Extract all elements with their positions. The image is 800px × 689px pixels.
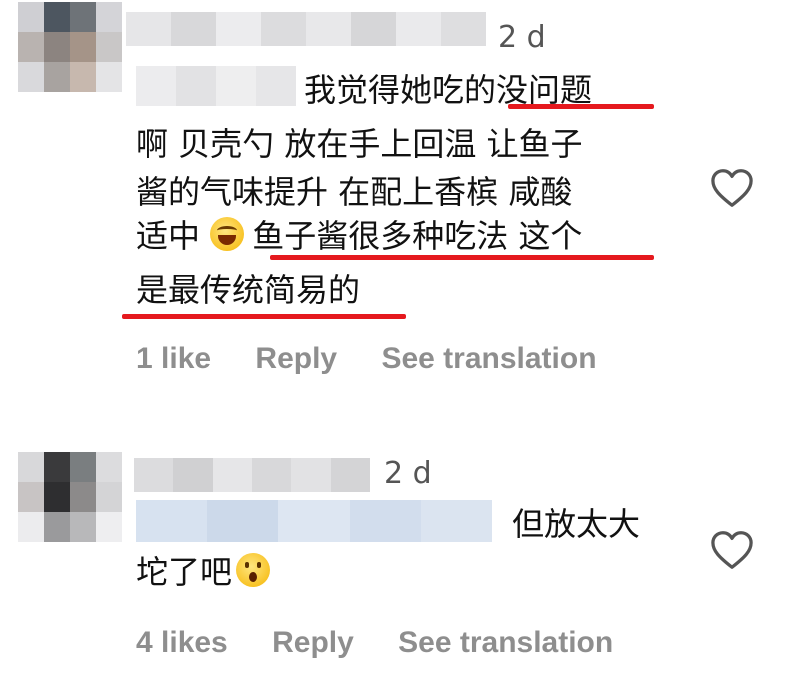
username-blurred[interactable] [126,12,486,46]
see-translation-button[interactable]: See translation [381,342,596,375]
comment-text-line-5: 是最传统简易的 [136,271,361,309]
text-segment: 坨了吧 [136,553,233,591]
text-segment: 适中 [136,217,201,255]
avatar[interactable] [18,452,122,542]
reply-button[interactable]: Reply [272,626,354,659]
comment-actions: 4 likes Reply See translation [136,626,649,660]
reply-button[interactable]: Reply [255,342,337,375]
text-segment: 鱼子酱很多种吃法 这个 [252,217,583,255]
laughing-emoji-icon [210,217,245,251]
see-translation-button[interactable]: See translation [398,626,613,659]
mention-blurred[interactable] [136,66,296,106]
astonished-emoji-icon [236,553,271,587]
heart-outline-icon[interactable] [710,530,754,570]
comment-text-line-2: 啊 贝壳勺 放在手上回温 让鱼子 [136,125,583,163]
comment-timestamp: 2 d [384,456,432,491]
red-underline [270,255,654,260]
likes-count-link[interactable]: 4 likes [136,626,228,659]
comment-text-line-1: 但放太大 [512,505,641,543]
likes-count-link[interactable]: 1 like [136,342,211,375]
red-underline [122,314,406,319]
comment-text-line-2: 坨了吧 [136,548,278,596]
username-blurred[interactable] [134,458,370,492]
mention-blurred[interactable] [136,500,493,542]
comment-text-line-4: 适中 鱼子酱很多种吃法 这个 [136,212,582,260]
heart-outline-icon[interactable] [710,168,754,208]
comment-timestamp: 2 d [498,20,546,55]
comment-text-line-3: 酱的气味提升 在配上香槟 咸酸 [136,173,573,211]
avatar[interactable] [18,2,122,92]
comment-actions: 1 like Reply See translation [136,342,633,376]
red-underline [508,104,654,109]
